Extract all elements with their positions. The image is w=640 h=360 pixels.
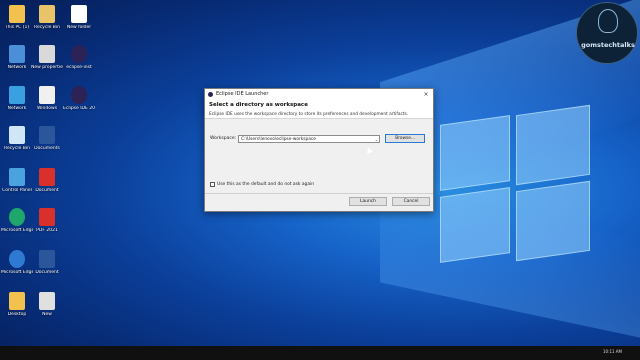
desktop-icon[interactable]: Control Panel [1, 168, 33, 193]
dialog-header: Select a directory as workspace Eclipse … [205, 99, 433, 119]
eclipse-installer-icon [71, 45, 87, 63]
default-workspace-checkbox[interactable] [210, 182, 215, 187]
file-icon [39, 45, 55, 63]
desktop-icon[interactable]: Recycle Bin [1, 126, 33, 151]
desktop-icon[interactable]: Network [1, 86, 33, 111]
desktop-icon[interactable]: This PC (1) [1, 5, 33, 30]
desktop-icon[interactable]: PDF 2021 [31, 208, 63, 233]
word-document-icon [39, 250, 55, 268]
desktop-icon[interactable]: New properties [31, 45, 63, 70]
dialog-titlebar[interactable]: Eclipse IDE Launcher × [205, 89, 433, 99]
close-button[interactable]: × [419, 91, 433, 98]
desktop: This PC (1) Recycle Bin New folder Netwo… [0, 0, 640, 346]
desktop-icon[interactable]: New folder [63, 5, 95, 30]
workspace-path[interactable]: C:\Users\lenovo\eclipse-workspace [241, 137, 316, 142]
recycle-bin-icon [9, 126, 25, 144]
avatar-icon [598, 9, 618, 33]
cancel-button[interactable]: Cancel [392, 197, 430, 206]
dialog-title: Eclipse IDE Launcher [216, 91, 269, 97]
folder-icon [39, 5, 55, 23]
dialog-heading: Select a directory as workspace [209, 102, 308, 108]
browse-button[interactable]: Browse... [385, 134, 426, 143]
desktop-icon[interactable]: Windows [31, 86, 63, 111]
divider [205, 193, 433, 194]
desktop-icon[interactable]: Document [31, 250, 63, 275]
folder-icon [9, 292, 25, 310]
desktop-icon[interactable]: Document [31, 168, 63, 193]
chevron-down-icon[interactable]: ⌄ [375, 136, 378, 142]
app-icon [9, 208, 25, 226]
desktop-icon[interactable]: Recycle Bin [31, 5, 63, 30]
channel-watermark: gomstechtalks [576, 2, 638, 64]
file-icon [39, 86, 55, 104]
windows-logo-wallpaper [440, 104, 590, 263]
pdf-icon [39, 208, 55, 226]
eclipse-icon [208, 91, 213, 97]
watermark-text: gomstechtalks [581, 41, 635, 49]
network-icon [9, 45, 25, 63]
folder-icon [9, 5, 25, 23]
control-panel-icon [9, 168, 25, 186]
file-icon [71, 5, 87, 23]
workspace-combobox[interactable]: C:\Users\lenovo\eclipse-workspace ⌄ [238, 134, 381, 143]
default-workspace-option[interactable]: Use this as the default and do not ask a… [210, 182, 314, 187]
checkbox-label[interactable]: Use this as the default and do not ask a… [217, 182, 314, 187]
desktop-icon[interactable]: Network [1, 45, 33, 70]
network-icon [9, 86, 25, 104]
desktop-icon[interactable]: Desktop [1, 292, 33, 317]
desktop-icon[interactable]: Documents [31, 126, 63, 151]
word-document-icon [39, 126, 55, 144]
desktop-icon[interactable]: Eclipse IDE 2021-03 [63, 86, 95, 111]
edge-browser-icon [9, 250, 25, 268]
taskbar: 10:11 AM [0, 346, 640, 360]
eclipse-launcher-dialog: Eclipse IDE Launcher × Select a director… [204, 88, 434, 212]
workspace-row: Workspace: C:\Users\lenovo\eclipse-works… [210, 134, 426, 143]
pdf-icon [39, 168, 55, 186]
launch-button[interactable]: Launch [349, 197, 387, 206]
dialog-description: Eclipse IDE uses the workspace directory… [209, 112, 409, 117]
desktop-icon[interactable]: Microsoft Edge [1, 250, 33, 275]
desktop-icon[interactable]: Microsoft Edge [1, 208, 33, 233]
eclipse-icon [71, 86, 87, 104]
desktop-icon[interactable]: eclipse-inst [63, 45, 95, 70]
clock[interactable]: 10:11 AM [603, 349, 622, 354]
desktop-icon[interactable]: New [31, 292, 63, 317]
workspace-label: Workspace: [210, 136, 237, 141]
file-icon [39, 292, 55, 310]
